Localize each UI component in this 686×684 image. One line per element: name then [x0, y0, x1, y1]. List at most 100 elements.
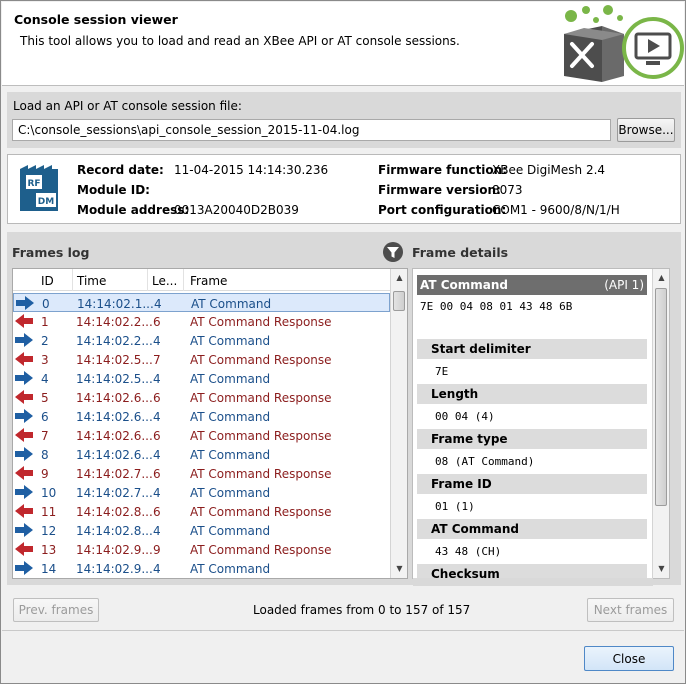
table-row[interactable]: 14 14:14:02.9... 4 AT Command: [13, 559, 390, 578]
details-scroll-down-icon[interactable]: ▼: [654, 561, 669, 576]
scroll-up-icon[interactable]: ▲: [392, 270, 407, 285]
frame-type: AT Command: [190, 334, 271, 348]
frames-log-scroll-thumb[interactable]: [393, 291, 405, 311]
frame-id: 8: [41, 448, 49, 462]
record-date-value: 11-04-2015 14:14:30.236: [174, 163, 329, 177]
table-row[interactable]: 12 14:14:02.8... 4 AT Command: [13, 521, 390, 540]
frame-type: AT Command: [190, 486, 271, 500]
frame-id: 0: [42, 297, 50, 311]
filter-icon[interactable]: [382, 241, 404, 263]
detail-section-value: 7E: [435, 365, 449, 378]
frame-length: 4: [154, 297, 162, 311]
detail-section-header[interactable]: Frame type: [417, 429, 647, 449]
frame-type: AT Command: [190, 448, 271, 462]
port-configuration-label: Port configuration:: [378, 203, 507, 217]
frame-time: 14:14:02.6...: [76, 410, 153, 424]
frame-length: 4: [153, 448, 161, 462]
frame-length: 6: [153, 505, 161, 519]
column-header-frame[interactable]: Frame: [190, 274, 227, 288]
frame-length: 6: [153, 467, 161, 481]
prev-frames-button[interactable]: Prev. frames: [13, 598, 99, 622]
table-row[interactable]: 3 14:14:02.5... 7 AT Command Response: [13, 350, 390, 369]
detail-section-value: 01 (1): [435, 500, 475, 513]
received-arrow-icon: [15, 542, 33, 559]
frame-length: 4: [153, 334, 161, 348]
module-info-panel: RF DM Record date: 11-04-2015 14:14:30.2…: [7, 154, 681, 224]
close-button[interactable]: Close: [584, 646, 674, 671]
table-row[interactable]: 11 14:14:02.8... 6 AT Command Response: [13, 502, 390, 521]
frame-type: AT Command Response: [190, 391, 332, 405]
frames-log-table[interactable]: ID Time Le... Frame 0 14:14:02.1... 4 AT Co…: [12, 268, 408, 579]
detail-section-value: 43 48 (CH): [435, 545, 502, 558]
firmware-function-label: Firmware function:: [378, 163, 508, 177]
column-header-id[interactable]: ID: [41, 274, 54, 288]
table-row[interactable]: 5 14:14:02.6... 6 AT Command Response: [13, 388, 390, 407]
frame-time: 14:14:02.2...: [76, 315, 153, 329]
received-arrow-icon: [15, 428, 33, 445]
dialog-description: This tool allows you to load and read an…: [20, 34, 460, 48]
frame-type: AT Command Response: [190, 353, 332, 367]
received-arrow-icon: [15, 314, 33, 331]
frame-details-api-mode: (API 1): [604, 278, 644, 292]
frames-table-header: ID Time Le... Frame: [13, 269, 390, 291]
column-header-time[interactable]: Time: [77, 274, 106, 288]
sent-arrow-icon: [15, 333, 33, 350]
frame-type: AT Command Response: [190, 429, 332, 443]
frame-details-scroll-thumb[interactable]: [655, 288, 667, 506]
received-arrow-icon: [15, 466, 33, 483]
table-row[interactable]: 4 14:14:02.5... 4 AT Command: [13, 369, 390, 388]
detail-section-header[interactable]: Start delimiter: [417, 339, 647, 359]
frame-id: 11: [41, 505, 57, 519]
frame-length: 4: [153, 562, 161, 576]
frame-type: AT Command Response: [190, 543, 332, 557]
frames-log-scrollbar[interactable]: ▲ ▼: [390, 269, 407, 578]
frame-time: 14:14:02.5...: [76, 372, 153, 386]
browse-button[interactable]: Browse...: [617, 118, 675, 142]
frame-time: 14:14:02.8...: [76, 505, 153, 519]
sent-arrow-icon: [15, 447, 33, 464]
frame-id: 14: [41, 562, 57, 576]
frame-id: 4: [41, 372, 49, 386]
frame-length: 6: [153, 429, 161, 443]
record-date-label: Record date:: [77, 163, 164, 177]
frame-type: AT Command: [190, 562, 271, 576]
frame-length: 9: [153, 543, 161, 557]
frame-type: AT Command: [190, 372, 271, 386]
scroll-down-icon[interactable]: ▼: [392, 561, 407, 576]
console-session-viewer-window: Console session viewer This tool allows …: [0, 0, 686, 684]
sent-arrow-icon: [15, 561, 33, 578]
table-row[interactable]: 1 14:14:02.2... 6 AT Command Response: [13, 312, 390, 331]
frame-type: AT Command Response: [190, 315, 332, 329]
frames-log-title: Frames log: [12, 245, 90, 260]
detail-section-header[interactable]: AT Command: [417, 519, 647, 539]
frame-time: 14:14:02.7...: [76, 467, 153, 481]
file-path-input[interactable]: C:\console_sessions\api_console_session_…: [12, 119, 611, 141]
frame-type: AT Command Response: [190, 505, 332, 519]
frame-id: 9: [41, 467, 49, 481]
frame-time: 14:14:02.8...: [76, 524, 153, 538]
detail-section-value: 08 (AT Command): [435, 455, 535, 468]
table-row[interactable]: 2 14:14:02.2... 4 AT Command: [13, 331, 390, 350]
table-row[interactable]: 9 14:14:02.7... 6 AT Command Response: [13, 464, 390, 483]
frame-time: 14:14:02.5...: [76, 353, 153, 367]
frame-time: 14:14:02.1...: [77, 297, 154, 311]
table-row[interactable]: 6 14:14:02.6... 4 AT Command: [13, 407, 390, 426]
table-row[interactable]: 10 14:14:02.7... 4 AT Command: [13, 483, 390, 502]
table-row[interactable]: 8 14:14:02.6... 4 AT Command: [13, 445, 390, 464]
frame-time: 14:14:02.9...: [76, 562, 153, 576]
frame-id: 10: [41, 486, 57, 500]
sent-arrow-icon: [15, 409, 33, 426]
frame-id: 1: [41, 315, 49, 329]
frame-details-scrollbar[interactable]: ▲ ▼: [652, 269, 669, 578]
table-row[interactable]: 7 14:14:02.6... 6 AT Command Response: [13, 426, 390, 445]
table-row[interactable]: 0 14:14:02.1... 4 AT Command: [13, 293, 390, 312]
received-arrow-icon: [15, 504, 33, 521]
details-scroll-up-icon[interactable]: ▲: [654, 270, 669, 285]
detail-section-header[interactable]: Frame ID: [417, 474, 647, 494]
column-header-length[interactable]: Le...: [152, 274, 177, 288]
next-frames-button[interactable]: Next frames: [587, 598, 674, 622]
rf-module-icon-top-text: RF: [27, 179, 40, 189]
table-row[interactable]: 13 14:14:02.9... 9 AT Command Response: [13, 540, 390, 559]
detail-section-header[interactable]: Length: [417, 384, 647, 404]
frame-details-header-bar: AT Command (API 1): [417, 275, 647, 295]
